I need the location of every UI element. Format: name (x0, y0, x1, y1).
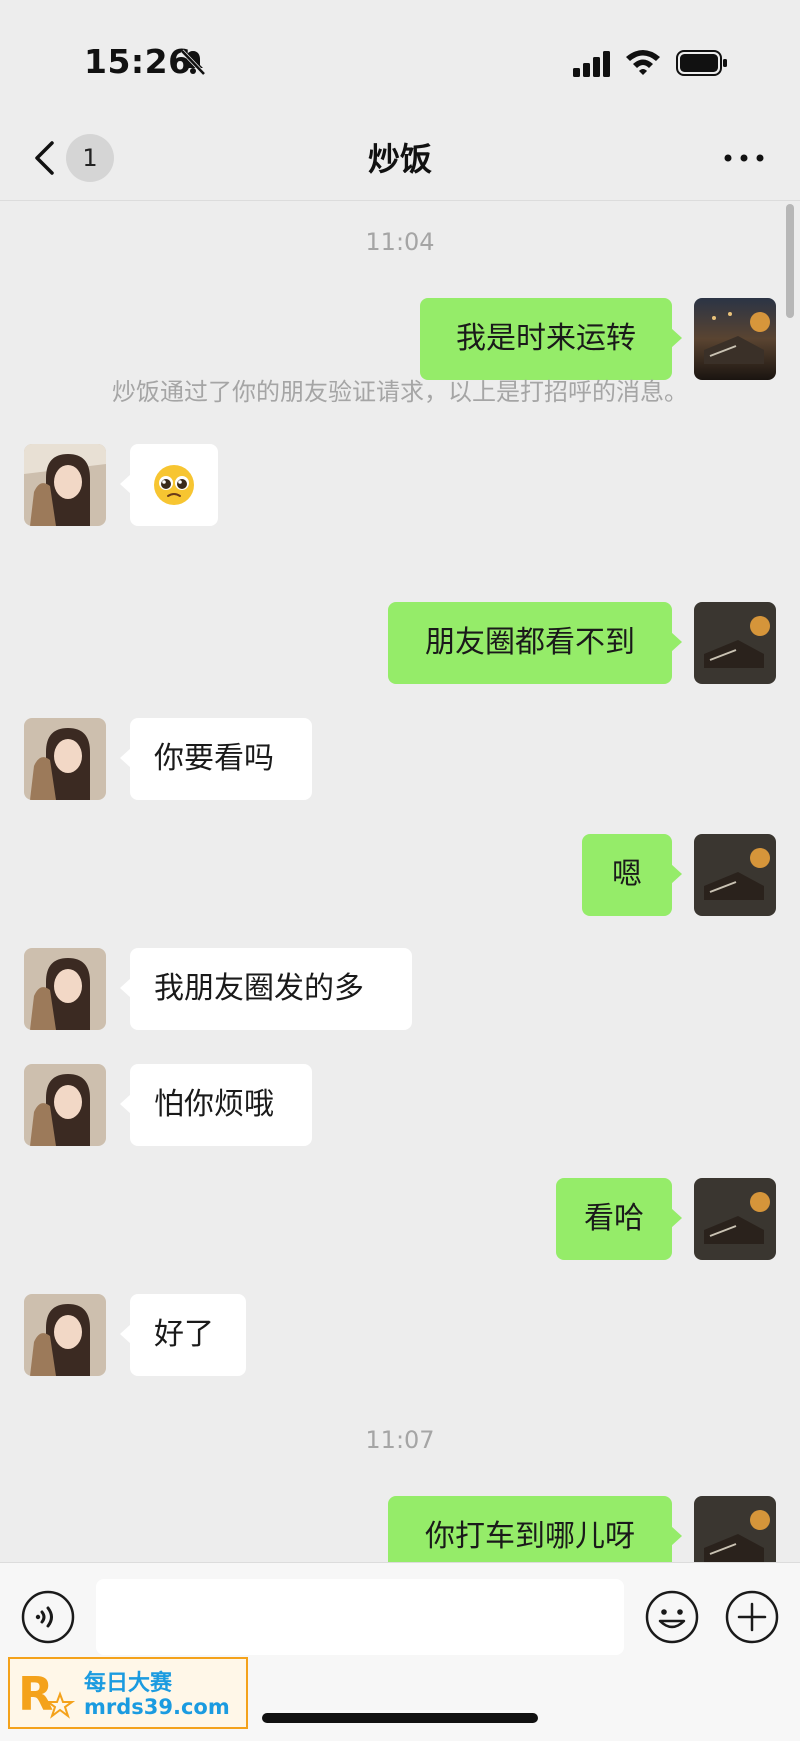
voice-icon (21, 1590, 75, 1644)
more-button[interactable] (718, 136, 770, 180)
watermark: R 每日大赛 mrds39.com (8, 1657, 248, 1729)
status-time: 15:26 (84, 42, 192, 81)
more-options-button[interactable] (724, 1589, 780, 1645)
emoji-button[interactable] (644, 1589, 700, 1645)
contact-message-bubble[interactable]: 你要看吗 (120, 718, 312, 800)
smiley-icon (645, 1590, 699, 1644)
message-input[interactable] (96, 1579, 624, 1655)
unread-count-badge: 1 (66, 134, 114, 182)
chat-header: 1 炒饭 (0, 110, 800, 201)
my-message-bubble[interactable]: 看哈 (556, 1178, 682, 1260)
contact-avatar[interactable] (24, 718, 106, 800)
contact-avatar[interactable] (24, 948, 106, 1030)
timestamp: 11:07 (365, 1426, 435, 1454)
back-button[interactable]: 1 (26, 130, 126, 186)
message-list[interactable]: 11:04 我是时来运转 炒饭通过了你的朋友验证请求，以上是打招呼的消息。 朋友… (0, 200, 800, 1562)
battery-icon (676, 50, 727, 76)
wifi-icon (626, 50, 660, 75)
my-avatar[interactable] (694, 1496, 776, 1562)
contact-avatar[interactable] (24, 1294, 106, 1376)
system-notice: 炒饭通过了你的朋友验证请求，以上是打招呼的消息。 (112, 378, 688, 406)
plus-icon (725, 1590, 779, 1644)
chat-title: 炒饭 (367, 140, 432, 178)
contact-avatar[interactable] (24, 444, 106, 526)
more-dots-icon (724, 154, 764, 162)
contact-avatar[interactable] (24, 1064, 106, 1146)
status-bar: 15:26 (0, 0, 800, 110)
voice-input-button[interactable] (20, 1589, 76, 1645)
svg-text:R: R (18, 1667, 53, 1721)
chevron-left-icon (35, 141, 54, 175)
home-indicator (262, 1713, 538, 1723)
my-message-bubble[interactable]: 嗯 (582, 834, 682, 916)
bell-muted-icon (180, 49, 206, 76)
watermark-logo-icon: R (18, 1667, 76, 1721)
watermark-title: 每日大赛 (84, 1671, 173, 1696)
contact-message-bubble[interactable]: 好了 (120, 1294, 246, 1376)
my-avatar[interactable] (694, 1178, 776, 1260)
my-message-bubble[interactable]: 你打车到哪儿呀 (388, 1496, 682, 1562)
pleading-face-emoji-icon (154, 465, 194, 505)
watermark-url: mrds39.com (84, 1695, 230, 1719)
contact-message-bubble[interactable]: 怕你烦哦 (120, 1064, 312, 1146)
signal-icon (573, 51, 610, 77)
timestamp: 11:04 (365, 228, 435, 256)
my-avatar[interactable] (694, 834, 776, 916)
my-avatar[interactable] (694, 602, 776, 684)
contact-emoji-message[interactable] (120, 444, 218, 526)
chat-screen: 15:26 1 炒饭 11:04 我是时来运转 炒饭通过了你的朋友验证请求，以上… (0, 0, 800, 1741)
my-message-bubble[interactable]: 我是时来运转 (420, 298, 682, 380)
my-message-bubble[interactable]: 朋友圈都看不到 (388, 602, 682, 684)
my-avatar[interactable] (694, 298, 776, 380)
scrollbar[interactable] (786, 204, 794, 318)
contact-message-bubble[interactable]: 我朋友圈发的多 (120, 948, 412, 1030)
